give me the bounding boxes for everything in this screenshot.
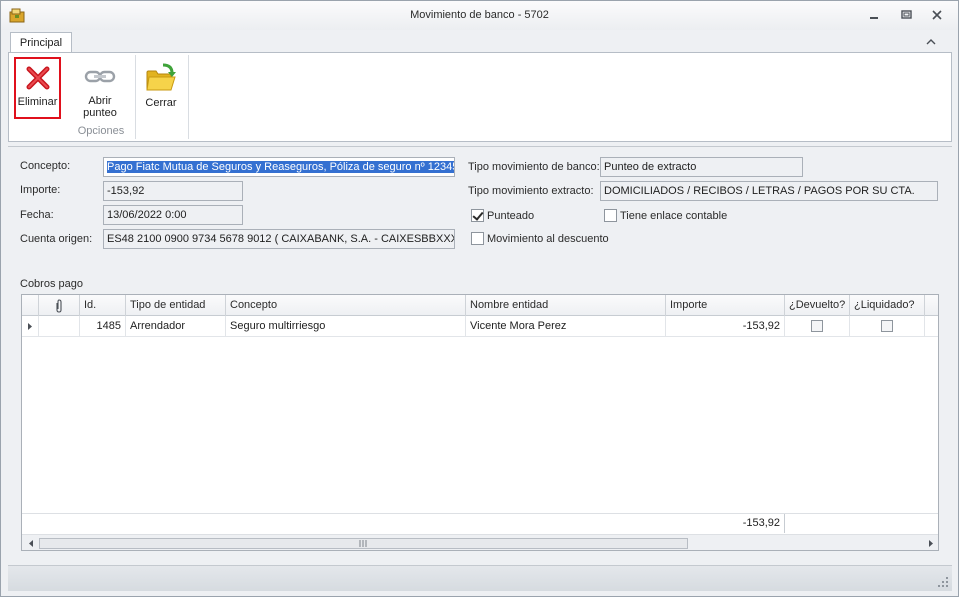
close-icon[interactable]	[928, 7, 946, 23]
ribbon-tabstrip: Principal	[1, 30, 958, 54]
paperclip-icon	[56, 299, 62, 313]
mov-descuento-label: Movimiento al descuento	[487, 233, 609, 245]
cell-liquidado	[850, 316, 925, 337]
concepto-label: Concepto:	[20, 160, 71, 172]
group-label-opciones: Opciones	[77, 125, 125, 137]
ribbon-body: Eliminar Abrir punteo Cerrar Opciones	[8, 52, 952, 142]
ribbon-separator	[188, 55, 189, 139]
header-concepto[interactable]: Concepto	[226, 295, 466, 316]
table-row[interactable]: 1485 Arrendador Seguro multirriesgo Vice…	[22, 316, 938, 337]
abrir-punteo-label-1: Abrir	[88, 95, 112, 107]
eliminar-label: Eliminar	[17, 96, 58, 108]
cell-concepto: Seguro multirriesgo	[226, 316, 466, 337]
ribbon-separator	[135, 55, 136, 139]
header-indicator	[22, 295, 39, 316]
concepto-field[interactable]: Pago Fiatc Mutua de Seguros y Reaseguros…	[103, 157, 455, 177]
cuenta-origen-label: Cuenta origen:	[20, 233, 93, 245]
cerrar-label: Cerrar	[145, 97, 177, 109]
tipo-mov-extracto-label: Tipo movimiento extracto:	[468, 185, 594, 197]
chevron-up-icon[interactable]	[923, 35, 939, 49]
importe-label: Importe:	[20, 184, 61, 196]
cell-id: 1485	[80, 316, 126, 337]
cuenta-origen-field[interactable]: ES48 2100 0900 9734 5678 9012 ( CAIXABAN…	[103, 229, 455, 249]
punteado-label: Punteado	[487, 210, 535, 222]
header-liquidado[interactable]: ¿Liquidado?	[850, 295, 925, 316]
abrir-punteo-button[interactable]: Abrir punteo	[75, 57, 125, 119]
header-devuelto[interactable]: ¿Devuelto?	[785, 295, 850, 316]
cell-devuelto	[785, 316, 850, 337]
grid-header: Id. Tipo de entidad Concepto Nombre enti…	[22, 295, 938, 316]
header-attachment[interactable]	[39, 295, 80, 316]
abrir-punteo-label-2: punteo	[83, 107, 117, 119]
title-bar: Movimiento de banco - 5702	[1, 1, 958, 30]
horizontal-scrollbar[interactable]	[22, 534, 938, 551]
folder-open-icon	[146, 63, 176, 91]
punteado-checkbox[interactable]	[471, 209, 484, 222]
footer-total-importe: -153,92	[666, 514, 785, 533]
cell-importe: -153,92	[666, 316, 785, 337]
fecha-field[interactable]: 13/06/2022 0:00	[103, 205, 243, 225]
cell-tipo-entidad: Arrendador	[126, 316, 226, 337]
header-nombre-entidad[interactable]: Nombre entidad	[466, 295, 666, 316]
window-title: Movimiento de banco - 5702	[410, 9, 549, 21]
tipo-mov-banco-field[interactable]: Punteo de extracto	[600, 157, 803, 177]
cobros-grid: Id. Tipo de entidad Concepto Nombre enti…	[21, 294, 939, 551]
cell-nombre-entidad: Vicente Mora Perez	[466, 316, 666, 337]
cerrar-button[interactable]: Cerrar	[139, 57, 183, 119]
header-id[interactable]: Id.	[80, 295, 126, 316]
status-bar	[8, 565, 952, 591]
window: Movimiento de banco - 5702 Principal Eli…	[0, 0, 959, 597]
tab-principal[interactable]: Principal	[10, 32, 72, 54]
devuelto-checkbox[interactable]	[811, 320, 823, 332]
resize-grip-icon[interactable]	[937, 576, 949, 588]
concepto-value: Pago Fiatc Mutua de Seguros y Reaseguros…	[107, 161, 454, 173]
eliminar-button[interactable]: Eliminar	[14, 57, 61, 119]
fecha-label: Fecha:	[20, 209, 54, 221]
tipo-mov-extracto-field[interactable]: DOMICILIADOS / RECIBOS / LETRAS / PAGOS …	[600, 181, 938, 201]
tipo-mov-banco-label: Tipo movimiento de banco:	[468, 161, 600, 173]
row-pointer-icon	[28, 323, 32, 330]
tiene-enlace-checkbox[interactable]	[604, 209, 617, 222]
cell-attachment	[39, 316, 80, 337]
mov-descuento-checkbox[interactable]	[471, 232, 484, 245]
grid-title: Cobros pago	[20, 278, 83, 290]
row-indicator	[22, 316, 39, 337]
header-more	[925, 295, 938, 316]
maximize-icon[interactable]	[897, 7, 915, 23]
header-tipo-entidad[interactable]: Tipo de entidad	[126, 295, 226, 316]
scroll-right-icon[interactable]	[924, 536, 938, 551]
minimize-icon[interactable]	[865, 7, 883, 23]
tiene-enlace-label: Tiene enlace contable	[620, 210, 728, 222]
importe-field[interactable]: -153,92	[103, 181, 243, 201]
grid-footer: -153,92	[22, 513, 938, 533]
header-importe[interactable]: Importe	[666, 295, 785, 316]
liquidado-checkbox[interactable]	[881, 320, 893, 332]
grip-icon	[359, 540, 367, 547]
scrollbar-thumb[interactable]	[39, 538, 688, 549]
chain-link-icon	[84, 70, 116, 83]
scroll-left-icon[interactable]	[24, 536, 38, 551]
delete-x-icon	[26, 66, 49, 90]
